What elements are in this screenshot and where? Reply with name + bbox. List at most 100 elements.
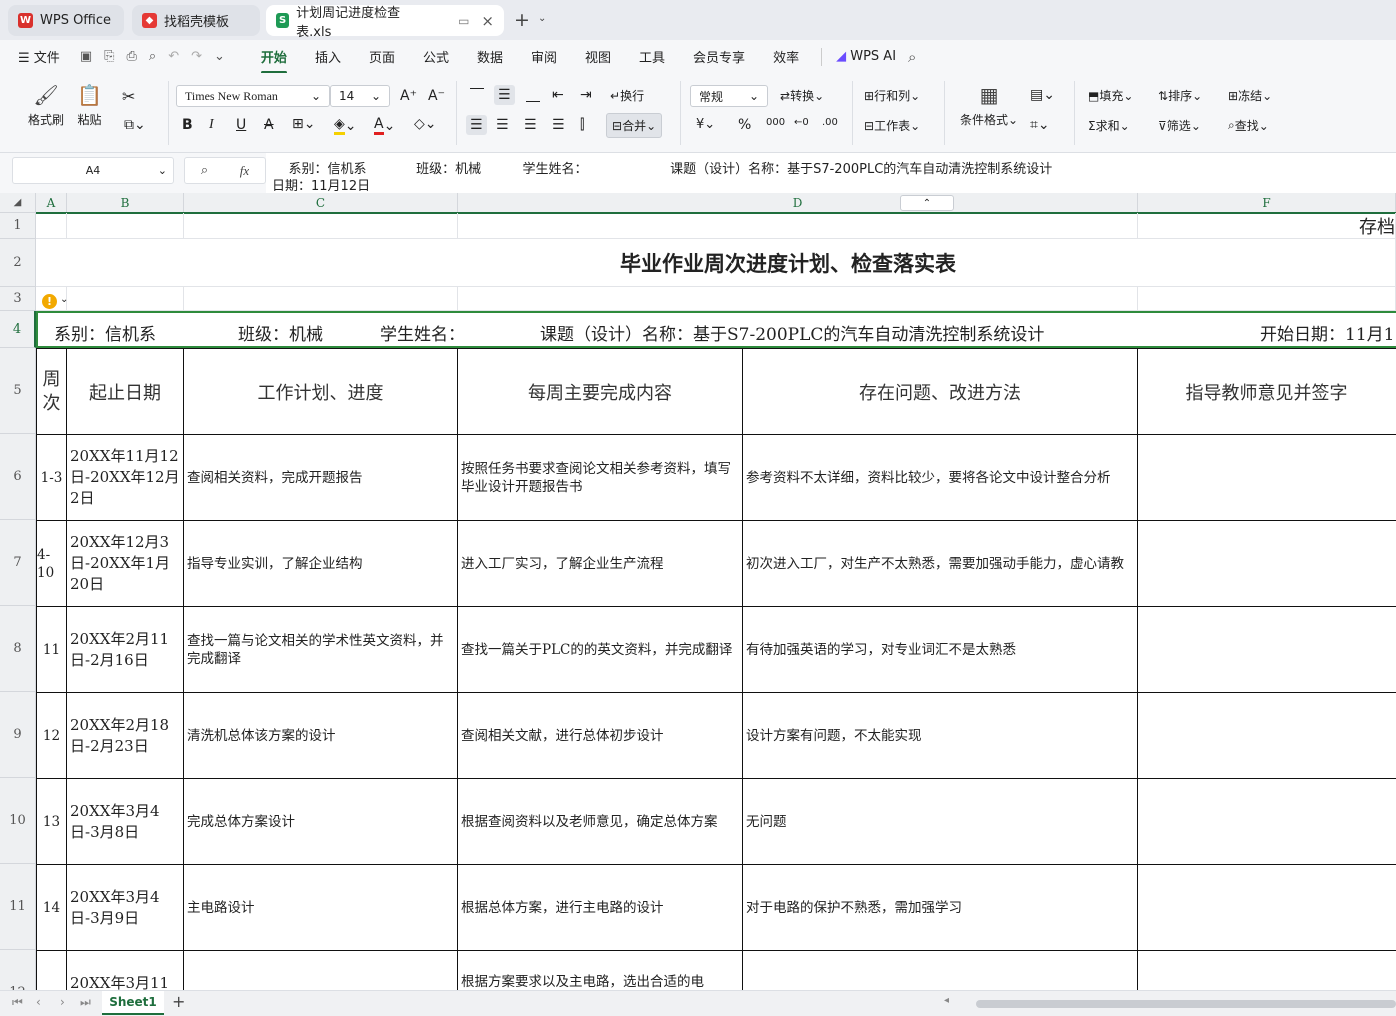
sum-button[interactable]: Σ 求和 ⌄ <box>1088 117 1130 134</box>
border-icon[interactable]: ⊞⌄ <box>292 116 315 132</box>
justify-icon[interactable]: ☰ <box>552 117 565 133</box>
save-icon[interactable]: ▣ <box>74 49 98 64</box>
horizontal-scrollbar[interactable] <box>976 1000 1396 1008</box>
menu-data[interactable]: 数据 <box>463 47 517 66</box>
header-advisor[interactable]: 指导教师意见并签字 <box>1138 349 1396 435</box>
column-header-b[interactable]: B <box>67 193 184 213</box>
copy-icon[interactable]: ⧉⌄ <box>124 117 146 133</box>
close-icon[interactable]: × <box>481 12 494 30</box>
first-sheet-icon[interactable]: ⏮ <box>12 995 23 1010</box>
menu-efficiency[interactable]: 效率 <box>759 47 813 66</box>
wps-ai-button[interactable]: ◢ WPS AI <box>830 49 902 64</box>
find-button[interactable]: ⌕ 查找 ⌄ <box>1228 117 1269 134</box>
cell-date[interactable]: 20XX年3月4日-3月9日 <box>67 865 184 951</box>
underline-icon[interactable]: U <box>236 117 246 133</box>
decimal-decrease-icon[interactable]: .00 <box>822 117 838 128</box>
format-painter-button[interactable]: 🖌 格式刷 <box>28 83 64 128</box>
row-col-button[interactable]: ⊞ 行和列 ⌄ <box>864 87 920 104</box>
bold-icon[interactable]: B <box>182 117 193 133</box>
cell-issue[interactable]: 有待加强英语的学习，对专业词汇不是太熟悉 <box>743 607 1138 693</box>
cell-date[interactable]: 20XX年12月3日-20XX年1月20日 <box>67 521 184 607</box>
row-header-1[interactable]: 1 <box>0 213 36 239</box>
cell-date[interactable]: 20XX年3月4日-3月8日 <box>67 779 184 865</box>
row-header-3[interactable]: 3 <box>0 287 36 311</box>
align-top-icon[interactable]: ⎺ <box>470 87 484 103</box>
tab-templates[interactable]: ◆ 找稻壳模板 <box>132 5 260 36</box>
cell-advisor[interactable] <box>1138 951 1396 990</box>
cell[interactable] <box>1138 287 1396 311</box>
menu-view[interactable]: 视图 <box>571 47 625 66</box>
cell-advisor[interactable] <box>1138 607 1396 693</box>
cell-advisor[interactable] <box>1138 865 1396 951</box>
column-header-c[interactable]: C <box>184 193 458 213</box>
cell[interactable] <box>67 287 184 311</box>
row-header-4[interactable]: 4 <box>0 311 36 348</box>
cell[interactable] <box>67 213 184 239</box>
chevron-down-icon[interactable]: ⌄ <box>208 49 231 64</box>
file-menu[interactable]: ☰ 文件 <box>0 47 74 66</box>
row-header-8[interactable]: 8 <box>0 606 36 692</box>
convert-button[interactable]: ⇄ 转换 ⌄ <box>780 87 824 104</box>
cell[interactable] <box>458 287 1138 311</box>
menu-tools[interactable]: 工具 <box>625 47 679 66</box>
distributed-icon[interactable]: ⫿ <box>580 117 584 133</box>
tab-wps-office[interactable]: W WPS Office <box>8 5 124 36</box>
cell[interactable] <box>184 287 458 311</box>
align-right-icon[interactable]: ☰ <box>524 117 537 133</box>
percent-icon[interactable]: % <box>738 117 751 133</box>
font-family-select[interactable]: Times New Roman ⌄ <box>176 85 330 107</box>
font-color-icon[interactable]: A ⌄ <box>374 116 395 135</box>
cell-week[interactable]: 12 <box>36 693 67 779</box>
menu-insert[interactable]: 插入 <box>301 47 355 66</box>
row-header-11[interactable]: 11 <box>0 864 36 950</box>
align-middle-icon[interactable]: ☰ <box>494 85 515 105</box>
cell-week[interactable]: 1-3 <box>36 435 67 521</box>
align-bottom-icon[interactable]: ⎽ <box>526 87 540 103</box>
cell-date[interactable]: 20XX年3月11日 <box>67 951 184 990</box>
column-header-f[interactable]: F <box>1138 193 1396 213</box>
restore-icon[interactable]: ▭ <box>458 14 469 28</box>
cell-content[interactable]: 根据查阅资料以及老师意见，确定总体方案 <box>458 779 743 865</box>
redo-icon[interactable]: ↷ <box>185 49 208 64</box>
cell-content[interactable]: 根据方案要求以及主电路，选出合适的电 <box>458 951 743 990</box>
row-header-7[interactable]: 7 <box>0 520 36 606</box>
row-header-12[interactable]: 12 <box>0 950 36 990</box>
scroll-left-icon[interactable]: ◂ <box>944 995 949 1006</box>
row-header-5[interactable]: 5 <box>0 348 36 434</box>
cell-plan[interactable]: 查找一篇与论文相关的学术性英文资料，并完成翻译 <box>184 607 458 693</box>
cell-week[interactable]: 4-10 <box>36 521 67 607</box>
cell-date[interactable]: 20XX年11月12日-20XX年12月2日 <box>67 435 184 521</box>
indent-increase-icon[interactable]: ⇥ <box>580 87 592 103</box>
cell-content[interactable]: 查阅相关文献，进行总体初步设计 <box>458 693 743 779</box>
cell-date[interactable]: 20XX年2月11日-2月16日 <box>67 607 184 693</box>
row-header-9[interactable]: 9 <box>0 692 36 778</box>
header-content[interactable]: 每周主要完成内容 <box>458 349 743 435</box>
cell-advisor[interactable] <box>1138 779 1396 865</box>
freeze-button[interactable]: ⊞ 冻结 ⌄ <box>1228 87 1272 104</box>
cell-plan[interactable]: 指导专业实训，了解企业结构 <box>184 521 458 607</box>
menu-home[interactable]: 开始 <box>247 47 301 74</box>
next-sheet-icon[interactable]: › <box>60 995 65 1009</box>
cell-plan[interactable] <box>184 951 458 990</box>
new-tab-icon[interactable]: + <box>514 9 530 31</box>
cell-week[interactable] <box>36 951 67 990</box>
row-header-6[interactable]: 6 <box>0 434 36 520</box>
cell-plan[interactable]: 主电路设计 <box>184 865 458 951</box>
align-left-icon[interactable]: ☰ <box>466 115 487 135</box>
cell-week[interactable]: 13 <box>36 779 67 865</box>
tab-spreadsheet[interactable]: S 计划周记进度检查表.xls ▭ × <box>266 5 504 40</box>
fill-color-icon[interactable]: ◈ ⌄ <box>334 116 357 135</box>
cell-issue[interactable] <box>743 951 1138 990</box>
increase-font-icon[interactable]: A⁺ <box>400 88 417 104</box>
decimal-increase-icon[interactable]: ←0 <box>794 117 809 128</box>
print-preview-icon[interactable]: ⌕ <box>143 49 162 64</box>
worksheet-button[interactable]: ⊟ 工作表 ⌄ <box>864 117 920 134</box>
italic-icon[interactable]: I <box>209 117 214 133</box>
paste-button[interactable]: 📋 粘贴 <box>77 83 102 128</box>
cell[interactable] <box>458 213 1138 239</box>
name-box[interactable]: A4 ⌄ <box>12 157 174 184</box>
undo-icon[interactable]: ↶ <box>162 49 185 64</box>
merge-button[interactable]: ⊟ 合并 ⌄ <box>606 113 663 138</box>
zoom-icon[interactable]: ⌕ <box>201 163 208 178</box>
spreadsheet-grid[interactable]: ◢ A B C D F ⌃ 1 2 3 4 5 6 7 8 9 10 11 12… <box>0 193 1396 990</box>
